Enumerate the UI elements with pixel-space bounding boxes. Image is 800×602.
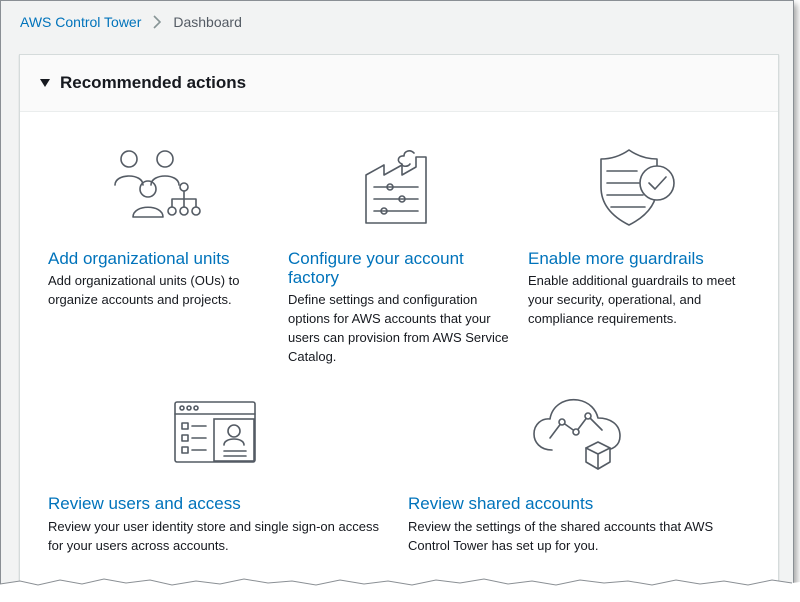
card-description: Review the settings of the shared accoun… — [408, 519, 714, 553]
user-profile-window-icon — [174, 401, 260, 465]
users-hierarchy-icon — [112, 149, 204, 221]
page-frame: AWS Control Tower Dashboard Recommended … — [0, 0, 794, 588]
card-title-link[interactable]: Review users and access — [48, 494, 308, 513]
card-description: Add organizational units (OUs) to organi… — [48, 273, 240, 307]
card-description: Define settings and configuration option… — [288, 292, 509, 364]
panel-header-toggle[interactable]: Recommended actions — [20, 55, 778, 112]
shield-check-icon — [599, 147, 679, 227]
factory-icon — [364, 147, 436, 225]
recommended-actions-panel: Recommended actions Add organizational u… — [19, 54, 779, 587]
cloud-analytics-icon — [532, 394, 628, 474]
card-title-link[interactable]: Add organizational units — [48, 249, 258, 268]
caret-down-icon — [40, 79, 50, 87]
breadcrumb-current: Dashboard — [173, 14, 242, 30]
breadcrumb: AWS Control Tower Dashboard — [20, 13, 242, 31]
card-title-link[interactable]: Enable more guardrails — [528, 249, 758, 268]
card-description: Enable additional guardrails to meet you… — [528, 273, 736, 326]
torn-edge-decoration — [0, 578, 800, 602]
card-title-link[interactable]: Configure your account factory — [288, 249, 488, 287]
card-description: Review your user identity store and sing… — [48, 519, 379, 553]
breadcrumb-root-link[interactable]: AWS Control Tower — [20, 14, 141, 30]
panel-title: Recommended actions — [60, 73, 247, 92]
chevron-right-icon — [153, 15, 162, 29]
card-title-link[interactable]: Review shared accounts — [408, 494, 648, 513]
